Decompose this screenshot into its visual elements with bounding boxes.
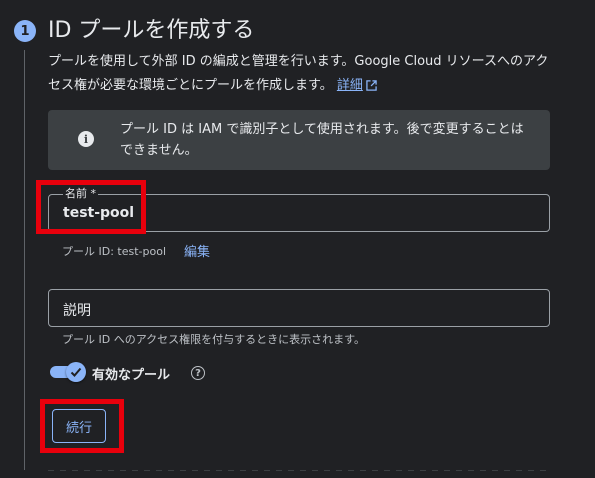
- next-step-divider: [48, 470, 548, 471]
- enable-pool-toggle[interactable]: [50, 362, 86, 382]
- edit-pool-id-button[interactable]: 編集: [184, 241, 210, 260]
- description-hint: プール ID へのアクセス権限を付与するときに表示されます。: [62, 333, 366, 346]
- create-pool-panel: 1 ID プールを作成する プールを使用して外部 ID の編成と管理を行います。…: [0, 0, 595, 478]
- pool-id-hint: プール ID: test-pool: [62, 245, 167, 258]
- pool-name-field[interactable]: 名前 * test-pool: [48, 188, 550, 232]
- external-link-icon: [366, 76, 377, 100]
- help-icon[interactable]: ?: [191, 366, 205, 380]
- step-title: ID プールを作成する: [48, 18, 255, 43]
- info-icon: i: [78, 131, 94, 147]
- step-connector-line: [24, 50, 25, 470]
- info-banner: i プール ID は IAM で識別子として使用されます。後で変更することはでき…: [48, 110, 550, 170]
- learn-more-label: 詳細: [336, 78, 363, 93]
- continue-button[interactable]: 続行: [52, 409, 106, 443]
- description-field[interactable]: 説明: [48, 289, 550, 327]
- description-placeholder: 説明: [63, 303, 91, 319]
- info-text: プール ID は IAM で識別子として使用されます。後で変更することはできませ…: [120, 122, 524, 158]
- pool-name-value[interactable]: test-pool: [63, 205, 134, 221]
- check-icon: [66, 362, 86, 382]
- description-text: プールを使用して外部 ID の編成と管理を行います。Google Cloud リ…: [48, 54, 549, 93]
- enable-pool-label: 有効なプール: [92, 368, 171, 383]
- step-number-badge: 1: [14, 20, 36, 42]
- pool-name-label: 名前 *: [63, 187, 98, 200]
- step-description: プールを使用して外部 ID の編成と管理を行います。Google Cloud リ…: [48, 50, 558, 100]
- learn-more-link[interactable]: 詳細: [337, 78, 377, 93]
